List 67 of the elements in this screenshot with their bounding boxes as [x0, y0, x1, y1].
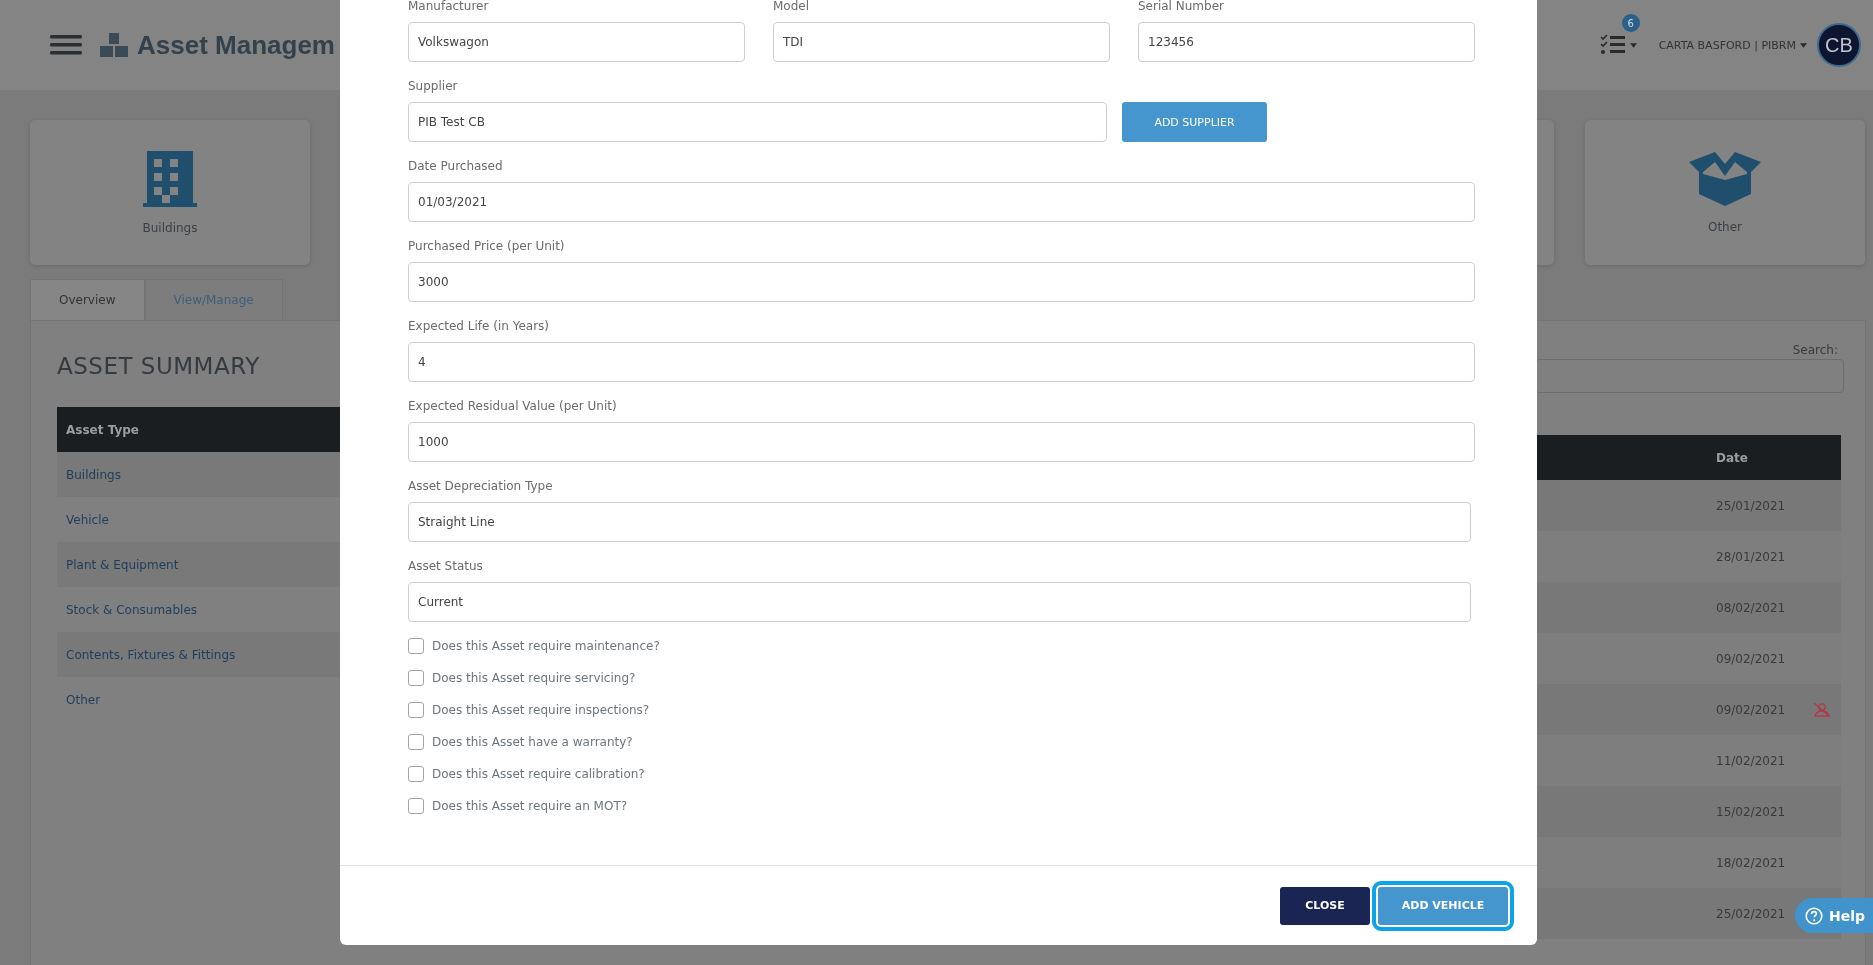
tab[interactable]: Overview — [30, 279, 145, 320]
field-label: Expected Residual Value (per Unit) — [408, 398, 618, 414]
checkbox[interactable] — [408, 766, 424, 782]
checkbox[interactable] — [408, 670, 424, 686]
input-field[interactable]: TDI — [773, 22, 1110, 62]
field-label: Asset Status — [408, 558, 484, 574]
select-field[interactable]: Straight Line — [408, 502, 1471, 542]
table-cell: 25/02/2021 — [1716, 906, 1786, 921]
asset-type-link[interactable]: Contents, Fixtures & Fittings — [66, 647, 236, 662]
asset-type-link[interactable]: Plant & Equipment — [66, 557, 179, 572]
asset-type-link[interactable]: Buildings — [66, 467, 121, 482]
table-header: Date — [1535, 435, 1841, 480]
caret-icon — [1800, 42, 1807, 48]
input-field[interactable]: 1000 — [408, 422, 1475, 462]
table-cell: 08/02/2021 — [1716, 600, 1786, 615]
app-title: Asset Managem — [137, 29, 335, 61]
field-label: Purchased Price (per Unit) — [408, 238, 566, 254]
search-label: Search: — [1792, 343, 1838, 357]
table-cell: 18/02/2021 — [1716, 855, 1786, 870]
asset-type-link[interactable]: Vehicle — [66, 512, 109, 527]
field-label: Expected Life (in Years) — [408, 318, 551, 334]
boxes-icon — [100, 32, 128, 58]
add-supplier-button[interactable]: ADD SUPPLIER — [1122, 102, 1267, 142]
field-label: Serial Number — [1138, 0, 1225, 14]
checkbox[interactable] — [408, 638, 424, 654]
category-card[interactable]: Buildings — [30, 120, 310, 265]
input-field[interactable]: 3000 — [408, 262, 1475, 302]
input-field[interactable]: PIB Test CB — [408, 102, 1107, 142]
input-field[interactable]: 01/03/2021 — [408, 182, 1475, 222]
checkbox-label: Does this Asset require inspections? — [432, 703, 650, 717]
field-label: Date Purchased — [408, 158, 504, 174]
field-label: Manufacturer — [408, 0, 490, 14]
user-menu[interactable]: CARTA BASFORD | PIBRM — [1658, 38, 1807, 52]
select-field[interactable]: Current — [408, 582, 1471, 622]
table-cell: 09/02/2021 — [1716, 702, 1786, 717]
question-icon — [1805, 906, 1823, 925]
table-cell: 25/01/2021 — [1716, 498, 1786, 513]
field-label: Supplier — [408, 78, 459, 94]
checkbox-label: Does this Asset require servicing? — [432, 671, 636, 685]
menu-icon[interactable] — [50, 34, 82, 56]
asset-type-link[interactable]: Stock & Consumables — [66, 602, 197, 617]
checkbox-label: Does this Asset require calibration? — [432, 767, 645, 781]
input-field[interactable]: 123456 — [1138, 22, 1475, 62]
checkbox-label: Does this Asset require maintenance? — [432, 639, 660, 653]
section-title: ASSET SUMMARY — [57, 353, 261, 379]
caret-icon — [1629, 42, 1637, 48]
table-cell: 11/02/2021 — [1716, 753, 1786, 768]
table-cell: 28/01/2021 — [1716, 549, 1786, 564]
close-button[interactable]: CLOSE — [1280, 886, 1370, 925]
open-box-icon — [1687, 151, 1763, 206]
building-icon — [143, 150, 197, 207]
input-field[interactable]: 4 — [408, 342, 1475, 382]
asset-type-link[interactable]: Other — [66, 692, 101, 707]
task-count-badge: 6 — [1621, 14, 1640, 32]
help-button[interactable]: Help — [1795, 898, 1873, 933]
user-avatar[interactable]: CB — [1817, 23, 1861, 67]
checkbox-label: Does this Asset require an MOT? — [432, 799, 628, 813]
checkbox[interactable] — [408, 702, 424, 718]
field-label: Model — [773, 0, 811, 14]
table-cell: 09/02/2021 — [1716, 651, 1786, 666]
input-field[interactable]: Volkswagon — [408, 22, 745, 62]
checkbox-label: Does this Asset have a warranty? — [432, 735, 633, 749]
checkbox[interactable] — [408, 798, 424, 814]
category-card[interactable]: Other — [1585, 120, 1865, 265]
checkbox[interactable] — [408, 734, 424, 750]
field-label: Asset Depreciation Type — [408, 478, 554, 494]
table-cell: 15/02/2021 — [1716, 804, 1786, 819]
